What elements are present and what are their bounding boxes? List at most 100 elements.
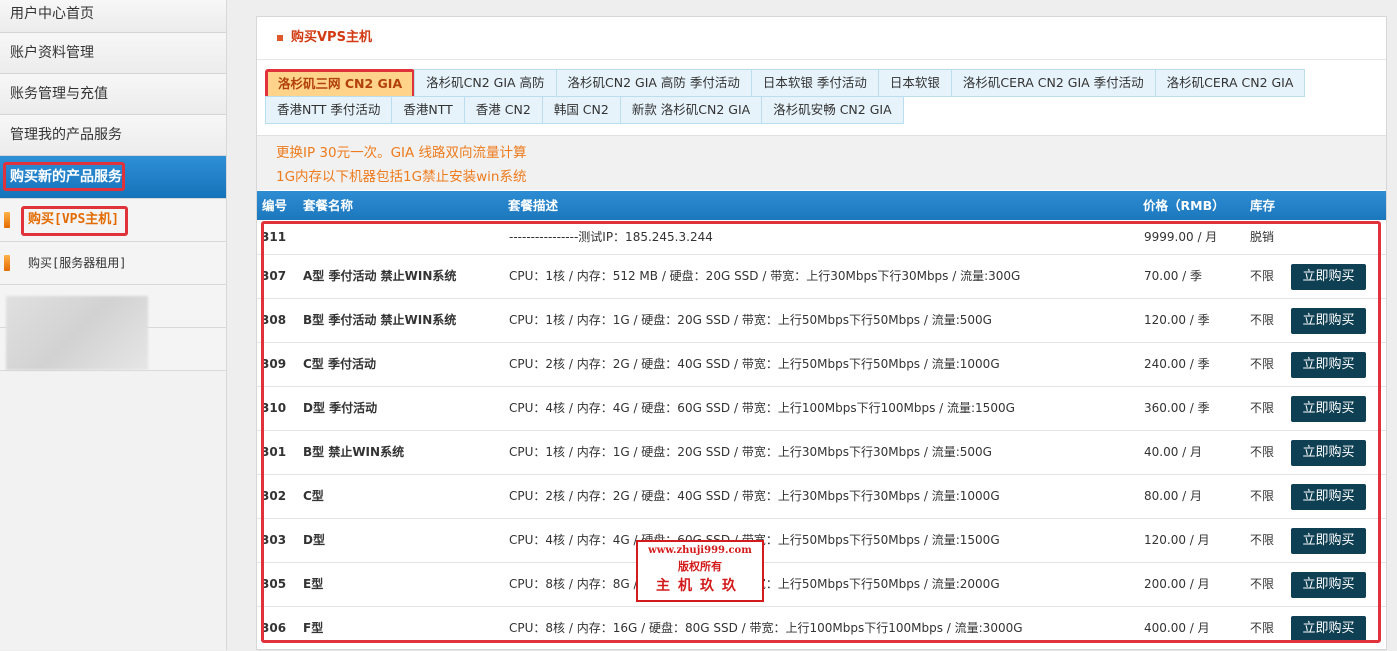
notice-box: 更换IP 30元一次。GIA 线路双向流量计算 1G内存以下机器包括1G禁止安装… [257, 135, 1386, 190]
cell-stock: 不限 [1250, 533, 1275, 547]
cell-desc: CPU：8核 / 内存：16G / 硬盘：80G SSD / 带宽：上行100M… [509, 621, 1023, 635]
region-tabs: 洛杉矶三网 CN2 GIA 洛杉矶CN2 GIA 高防 洛杉矶CN2 GIA 高… [265, 69, 1306, 124]
header-price: 价格（RMB） [1143, 198, 1225, 213]
buy-now-button[interactable]: 立即购买 [1291, 572, 1366, 598]
tab-japan-softbank[interactable]: 日本软银 [877, 69, 952, 97]
header-id: 编号 [262, 198, 288, 213]
watermark-stamp: www.zhuji999.com 版权所有 主机玖玖 [636, 540, 764, 602]
cell-name: D型 [303, 533, 325, 547]
cell-stock: 不限 [1250, 269, 1275, 283]
table-row: 310 D型 季付活动 CPU：4核 / 内存：4G / 硬盘：60G SSD / … [257, 387, 1386, 431]
watermark-rights: 版权所有 [678, 560, 722, 573]
cell-price: 120.00 / 季 [1144, 313, 1210, 327]
cell-stock: 不限 [1250, 577, 1275, 591]
highlight-outline [3, 162, 125, 191]
nav-buy-new-products[interactable]: 购买新的产品服务 [0, 156, 226, 199]
cell-desc: ----------------测试IP：185.245.3.244 [509, 230, 713, 244]
cell-stock: 不限 [1250, 357, 1275, 371]
table-row: 306 F型 CPU：8核 / 内存：16G / 硬盘：80G SSD / 带宽：上… [257, 607, 1386, 651]
cell-name: B型 季付活动 禁止WIN系统 [303, 313, 457, 327]
cell-price: 80.00 / 月 [1144, 489, 1203, 503]
buy-now-button[interactable]: 立即购买 [1291, 396, 1366, 422]
tab-korea-cn2[interactable]: 韩国 CN2 [541, 96, 621, 124]
cell-id: 307 [261, 269, 287, 283]
panel-title: 购买VPS主机 [257, 17, 1386, 60]
nav-manage-products[interactable]: 管理我的产品服务 [0, 115, 226, 156]
cell-desc: CPU：2核 / 内存：2G / 硬盘：40G SSD / 带宽：上行50Mbp… [509, 357, 1000, 371]
cell-id: 302 [261, 489, 287, 503]
buy-now-button[interactable]: 立即购买 [1291, 352, 1366, 378]
watermark-brand: 主机玖玖 [656, 578, 744, 594]
tab-hk-cn2[interactable]: 香港 CN2 [463, 96, 543, 124]
cell-desc: CPU：1核 / 内存：1G / 硬盘：20G SSD / 带宽：上行50Mbp… [509, 313, 992, 327]
cell-name: B型 禁止WIN系统 [303, 445, 405, 459]
cell-price: 70.00 / 季 [1144, 269, 1203, 283]
sidebar: 用户中心首页 账户资料管理 账务管理与充值 管理我的产品服务 购买新的产品服务 … [0, 0, 227, 650]
marker-icon [4, 255, 10, 271]
tab-new-la-cn2-gia[interactable]: 新款 洛杉矶CN2 GIA [619, 96, 763, 124]
cell-id: 308 [261, 313, 287, 327]
cell-desc: CPU：2核 / 内存：2G / 硬盘：40G SSD / 带宽：上行30Mbp… [509, 489, 1000, 503]
buy-now-button[interactable]: 立即购买 [1291, 308, 1366, 334]
table-row: 303D型CPU：4核 / 内存：4G / 硬盘：60G SSD / 带宽：上行… [257, 519, 1386, 563]
cell-stock: 不限 [1250, 445, 1275, 459]
marker-icon [4, 212, 10, 228]
header-name: 套餐名称 [303, 198, 354, 213]
highlight-outline [21, 206, 128, 236]
cell-id: 310 [261, 401, 287, 415]
cell-name: A型 季付活动 禁止WIN系统 [303, 269, 457, 283]
table-row: 305E型CPU：8核 / 内存：8G / 硬盘：80G SSD / 带宽：上行… [257, 563, 1386, 607]
tab-la-cera-quarterly[interactable]: 洛杉矶CERA CN2 GIA 季付活动 [950, 69, 1156, 97]
buy-now-button[interactable]: 立即购买 [1291, 484, 1366, 510]
header-stock: 库存 [1250, 198, 1276, 213]
nav-account-profile[interactable]: 账户资料管理 [0, 33, 226, 74]
tab-japan-softbank-quarterly[interactable]: 日本软银 季付活动 [750, 69, 879, 97]
header-desc: 套餐描述 [508, 198, 559, 213]
plan-table: 311 ----------------测试IP：185.245.3.244 999… [257, 220, 1386, 651]
tab-la-cn2-gia-ddos[interactable]: 洛杉矶CN2 GIA 高防 [414, 69, 557, 97]
main-panel: 购买VPS主机 洛杉矶三网 CN2 GIA 洛杉矶CN2 GIA 高防 洛杉矶C… [256, 16, 1387, 651]
notice-line: 1G内存以下机器包括1G禁止安装win系统 [276, 169, 527, 185]
cell-name: C型 [303, 489, 324, 503]
tab-row: 香港NTT 季付活动 香港NTT 香港 CN2 韩国 CN2 新款 洛杉矶CN2… [265, 96, 1285, 124]
tab-row: 洛杉矶三网 CN2 GIA 洛杉矶CN2 GIA 高防 洛杉矶CN2 GIA 高… [265, 69, 1306, 99]
tab-la-cera[interactable]: 洛杉矶CERA CN2 GIA [1154, 69, 1306, 97]
cell-id: 311 [261, 230, 287, 244]
cell-id: 303 [261, 533, 287, 547]
cell-price: 240.00 / 季 [1144, 357, 1210, 371]
cell-price: 400.00 / 月 [1144, 621, 1210, 635]
sidebar-sub-buy-vps[interactable]: 购买[VPS主机] [0, 199, 226, 242]
cell-id: 306 [261, 621, 287, 635]
buy-now-button[interactable]: 立即购买 [1291, 528, 1366, 554]
buy-now-button[interactable]: 立即购买 [1291, 440, 1366, 466]
cell-stock: 不限 [1250, 313, 1275, 327]
sidebar-sub-buy-server[interactable]: 购买[服务器租用] [0, 242, 226, 285]
cell-price: 40.00 / 月 [1144, 445, 1203, 459]
buy-now-button[interactable]: 立即购买 [1291, 616, 1366, 642]
tab-hk-ntt-quarterly[interactable]: 香港NTT 季付活动 [265, 96, 393, 124]
cell-stock: 不限 [1250, 401, 1275, 415]
panel-title-text: 购买VPS主机 [291, 30, 372, 45]
cell-stock: 不限 [1250, 621, 1275, 635]
buy-now-button[interactable]: 立即购买 [1291, 264, 1366, 290]
cell-price: 360.00 / 季 [1144, 401, 1210, 415]
cell-stock: 脱销 [1250, 230, 1275, 244]
cell-price: 9999.00 / 月 [1144, 230, 1218, 244]
table-row: 307 A型 季付活动 禁止WIN系统 CPU：1核 / 内存：512 MB / 硬… [257, 255, 1386, 299]
tab-la-anchang-cn2-gia[interactable]: 洛杉矶安畅 CN2 GIA [761, 96, 904, 124]
cell-id: 309 [261, 357, 287, 371]
cell-name: F型 [303, 621, 324, 635]
watermark-url: www.zhuji999.com [648, 545, 752, 556]
nav-billing-recharge[interactable]: 账务管理与充值 [0, 74, 226, 115]
tab-la-cn2-gia[interactable]: 洛杉矶三网 CN2 GIA [265, 69, 416, 99]
table-row: 301 B型 禁止WIN系统 CPU：1核 / 内存：1G / 硬盘：20G SSD… [257, 431, 1386, 475]
square-bullet-icon [277, 35, 283, 41]
tab-la-cn2-gia-ddos-quarterly[interactable]: 洛杉矶CN2 GIA 高防 季付活动 [555, 69, 752, 97]
table-row: 302 C型 CPU：2核 / 内存：2G / 硬盘：40G SSD / 带宽：上行… [257, 475, 1386, 519]
cell-id: 301 [261, 445, 287, 459]
table-row: 309 C型 季付活动 CPU：2核 / 内存：2G / 硬盘：40G SSD / … [257, 343, 1386, 387]
cell-price: 200.00 / 月 [1144, 577, 1210, 591]
nav-user-home[interactable]: 用户中心首页 [0, 0, 226, 33]
tab-hk-ntt[interactable]: 香港NTT [391, 96, 465, 124]
cell-name: C型 季付活动 [303, 357, 376, 371]
